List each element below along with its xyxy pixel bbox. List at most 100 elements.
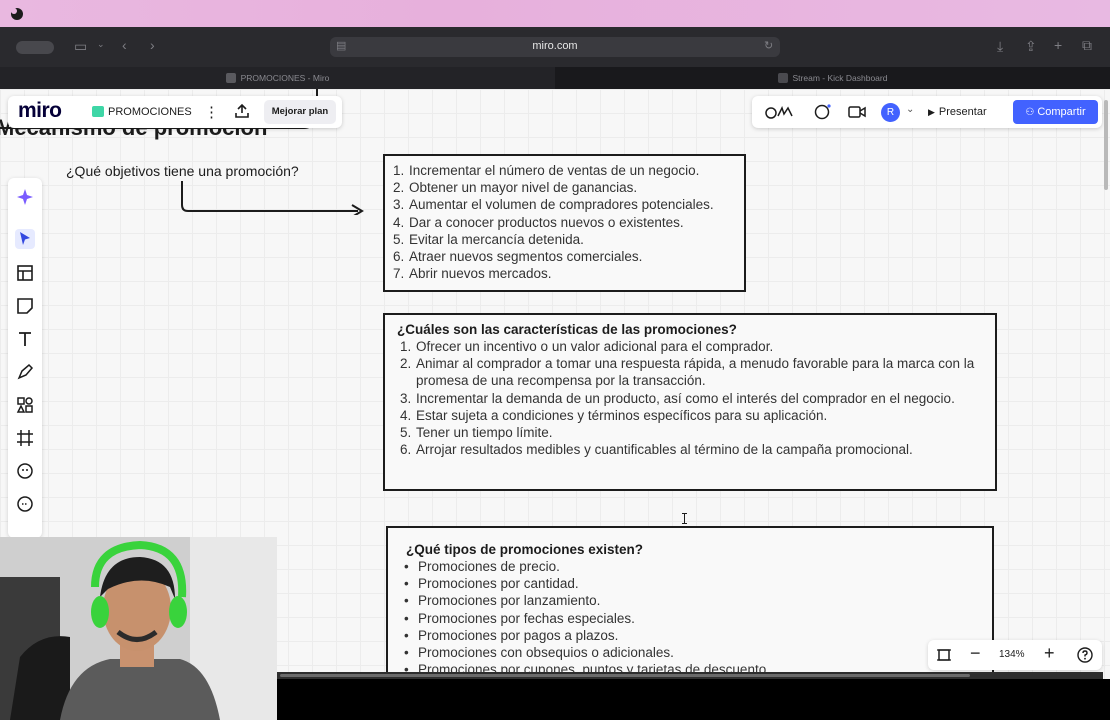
list-item: 7. Abrir nuevos mercados. — [393, 265, 736, 282]
zoom-out-icon[interactable]: − — [970, 643, 981, 664]
window-controls[interactable] — [16, 41, 54, 54]
list-item: 5. Tener un tiempo límite. — [400, 424, 983, 441]
list-item: • Promociones por lanzamiento. — [404, 592, 976, 609]
pen-icon[interactable] — [15, 362, 35, 382]
reload-icon[interactable]: ↻ — [764, 39, 773, 52]
list-item: 3. Incrementar la demanda de un producto,… — [400, 390, 983, 407]
present-label: Presentar — [938, 106, 987, 118]
horizontal-scrollbar[interactable] — [280, 674, 970, 677]
more-options-icon[interactable]: ⋮ — [204, 103, 219, 121]
list-item-text: Promociones de precio. — [418, 559, 560, 574]
tab-label: PROMOCIONES - Miro — [240, 73, 330, 83]
list-item-text: Promociones por pagos a plazos. — [418, 627, 619, 643]
templates-icon[interactable] — [15, 263, 35, 283]
list-item: • Promociones con obsequios o adicionales… — [404, 644, 976, 661]
share-label: Compartir — [1037, 106, 1086, 118]
list-item-text: Animar al comprador a tomar una respuest… — [416, 356, 975, 389]
characteristics-list: 1. Ofrecer un incentivo o un valor adicio… — [397, 338, 983, 458]
vertical-scrollbar[interactable] — [1104, 100, 1108, 190]
list-number: 1. — [393, 163, 405, 178]
present-button[interactable]: ▶ Presentar — [928, 101, 1008, 123]
help-icon[interactable] — [1077, 647, 1093, 663]
list-item: 2. Animar al comprador a tomar una respue… — [400, 355, 983, 389]
select-cursor-icon[interactable] — [15, 229, 35, 249]
list-item-text: Ofrecer un incentivo o un valor adiciona… — [416, 339, 774, 354]
miro-logo[interactable]: miro — [18, 99, 62, 123]
tab-kick[interactable]: Stream - Kick Dashboard — [555, 67, 1110, 89]
list-number: 5. — [393, 231, 405, 247]
list-number: 1. — [400, 339, 412, 354]
characteristics-box[interactable]: ¿Cuáles son las características de las p… — [383, 313, 997, 491]
list-item: • Promociones por fechas especiales. — [404, 610, 976, 627]
list-item: 1. Incrementar el número de ventas de un … — [393, 162, 736, 179]
comment-icon[interactable] — [15, 494, 35, 514]
objectives-list: 1. Incrementar el número de ventas de un … — [393, 162, 736, 282]
export-icon[interactable] — [234, 103, 250, 119]
list-item: • Promociones de precio. — [404, 558, 976, 575]
objectives-question[interactable]: ¿Qué objetivos tiene una promoción? — [66, 163, 299, 179]
upgrade-button[interactable]: Mejorar plan — [264, 100, 336, 124]
list-item-text: Atraer nuevos segmentos comerciales. — [409, 249, 643, 265]
user-avatar[interactable]: R — [881, 103, 900, 122]
streamer-video — [0, 537, 277, 720]
list-item-text: Dar a conocer productos nuevos o existen… — [409, 214, 684, 230]
url-text: miro.com — [532, 40, 578, 52]
zoom-controls: − 134% + — [928, 640, 1102, 670]
list-item-text: Arrojar resultados medibles y cuantifica… — [416, 442, 913, 458]
share-icon[interactable]: ⇪ — [1025, 38, 1037, 55]
miro-favicon-icon — [225, 73, 236, 83]
chat-icon[interactable] — [813, 104, 831, 120]
tab-miro[interactable]: PROMOCIONES - Miro — [0, 67, 555, 89]
list-item: • Promociones por cantidad. — [404, 575, 976, 592]
list-item: 3. Aumentar el volumen de compradores pot… — [393, 196, 736, 213]
list-item-text: Obtener un mayor nivel de ganancias. — [409, 180, 638, 196]
forward-icon[interactable]: › — [150, 37, 155, 53]
bullet-marker: • — [404, 576, 409, 592]
reactions-icon[interactable] — [764, 104, 796, 120]
zoom-level[interactable]: 134% — [999, 649, 1025, 660]
share-button[interactable]: ⚇ Compartir — [1013, 100, 1098, 124]
list-item-text: Promociones por cantidad. — [418, 576, 579, 592]
list-number: 5. — [400, 425, 412, 441]
download-icon[interactable]: ⤓ — [997, 38, 1003, 55]
sidebar-toggle-icon[interactable]: ▭ — [74, 38, 87, 55]
list-number: 3. — [400, 390, 412, 406]
list-number: 4. — [400, 407, 412, 423]
list-number: 2. — [393, 180, 405, 196]
frame-icon[interactable] — [15, 428, 35, 448]
text-icon[interactable] — [15, 329, 35, 349]
list-number: 4. — [393, 214, 405, 230]
stickers-icon[interactable] — [15, 461, 35, 481]
address-bar[interactable]: ▤ miro.com ↻ — [330, 37, 780, 57]
zoom-in-icon[interactable]: + — [1044, 643, 1055, 664]
video-call-icon[interactable] — [848, 104, 866, 120]
back-icon[interactable]: ‹ — [122, 37, 127, 53]
list-item: 2. Obtener un mayor nivel de ganancias. — [393, 179, 736, 196]
text-cursor-icon — [682, 513, 687, 524]
bullet-marker: • — [404, 627, 409, 643]
list-item-text: Evitar la mercancía detenida. — [409, 231, 584, 247]
list-item-text: Abrir nuevos mercados. — [409, 266, 552, 282]
list-item-text: Aumentar el volumen de compradores poten… — [409, 197, 714, 213]
board-name[interactable]: PROMOCIONES — [108, 106, 192, 118]
types-box[interactable]: ¿Qué tipos de promociones existen? • Prom… — [386, 526, 994, 679]
connector-arrow[interactable] — [178, 181, 368, 215]
objectives-box[interactable]: 1. Incrementar el número de ventas de un … — [383, 154, 746, 292]
apple-icon[interactable] — [8, 5, 26, 21]
shapes-icon[interactable] — [15, 395, 35, 415]
types-list: • Promociones de precio. • Promociones por … — [404, 558, 976, 678]
browser-toolbar: ▭ ⌄ ‹ › ▤ miro.com ↻ ⤓ ⇪ + ⧉ — [0, 27, 1110, 67]
list-item: 6. Atraer nuevos segmentos comerciales. — [393, 248, 736, 265]
people-icon: ⚇ — [1025, 107, 1035, 118]
ai-sparkle-icon[interactable] — [15, 187, 35, 207]
tab-overview-icon[interactable]: ⧉ — [1082, 37, 1092, 54]
list-number: 2. — [400, 356, 412, 372]
sticky-note-icon[interactable] — [15, 296, 35, 316]
list-item: 5. Evitar la mercancía detenida. — [393, 231, 736, 248]
new-tab-icon[interactable]: + — [1054, 37, 1062, 53]
list-item: 1. Ofrecer un incentivo o un valor adicio… — [400, 338, 983, 355]
chevron-down-icon[interactable]: ⌄ — [97, 39, 105, 50]
fit-screen-icon[interactable] — [936, 647, 952, 663]
list-item-text: Incrementar el número de ventas de un ne… — [409, 163, 700, 178]
chevron-down-icon[interactable]: ⌄ — [906, 104, 914, 115]
